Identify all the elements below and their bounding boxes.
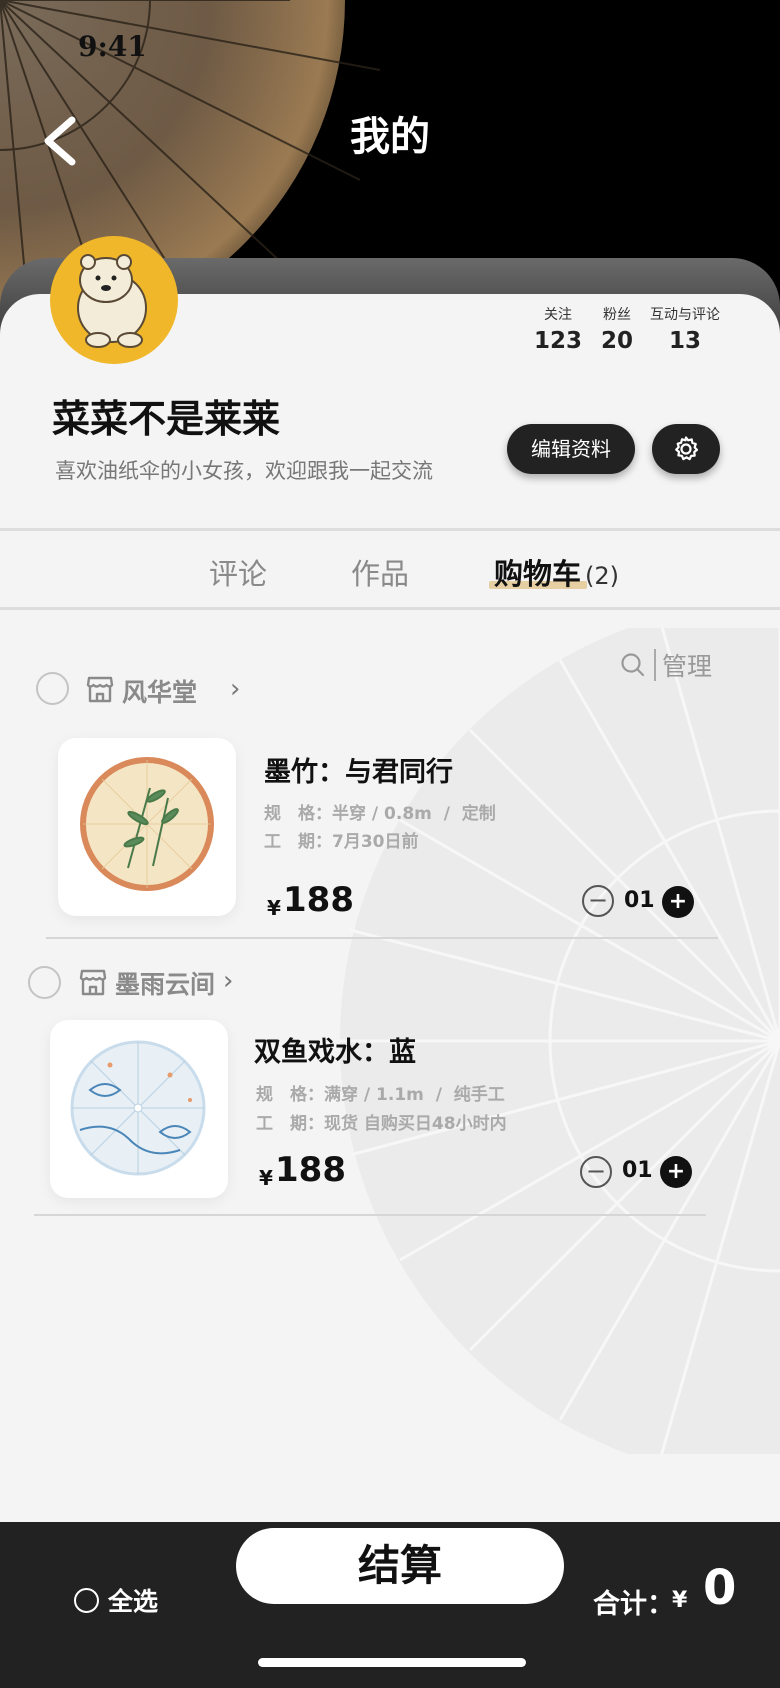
select-all-label[interactable]: 全选 [108, 1582, 158, 1618]
tab-bar: 评论 作品 购物车 (2) [0, 528, 780, 610]
decrease-quantity-button[interactable]: − [582, 885, 614, 917]
currency-symbol: ¥ [267, 896, 281, 920]
status-time: 9:41 [78, 30, 147, 63]
product-period: 工 期：7月30日前 [264, 832, 419, 852]
product-spec: 规 格：满穿 / 1.1m / 纯手工 [256, 1085, 505, 1105]
product-title[interactable]: 墨竹：与君同行 [264, 750, 453, 789]
tab-cart[interactable]: 购物车 (2) [494, 551, 619, 593]
home-indicator[interactable] [258, 1658, 526, 1667]
checkout-bar: 全选 结算 合计： ¥ 0 [0, 1522, 780, 1688]
increase-quantity-button[interactable]: + [660, 1156, 692, 1188]
settings-button[interactable] [652, 424, 720, 474]
bio: 喜欢油纸伞的小女孩，欢迎跟我一起交流 [55, 459, 433, 483]
stat-label: 互动与评论 [650, 307, 720, 323]
tab-cart-count: (2) [585, 562, 620, 590]
product-title[interactable]: 双鱼戏水：蓝 [254, 1030, 416, 1069]
quantity-value: 01 [624, 888, 655, 913]
product-price: 188 [283, 880, 354, 920]
bear-avatar-image [77, 254, 147, 348]
tab-comments[interactable]: 评论 [209, 551, 267, 593]
product-spec: 规 格：半穿 / 0.8m / 定制 [264, 804, 496, 824]
manage-button[interactable]: 管理 [662, 647, 712, 683]
bamboo-umbrella-image [80, 757, 214, 891]
checkout-button[interactable]: 结算 [236, 1528, 564, 1604]
shop-name[interactable]: 墨雨云间 [115, 965, 215, 1001]
product-period: 工 期：现货 自购买日48小时内 [256, 1114, 507, 1134]
product-thumbnail[interactable] [50, 1020, 228, 1198]
page-title: 我的 [350, 114, 430, 160]
tab-cart-label: 购物车 [494, 557, 582, 591]
stat-value: 13 [668, 328, 701, 354]
gear-icon [675, 436, 699, 461]
increase-quantity-button[interactable]: + [662, 886, 694, 918]
item-divider [46, 937, 718, 939]
product-price: 188 [275, 1150, 346, 1190]
product-thumbnail[interactable] [58, 738, 236, 916]
shop-select-radio[interactable] [28, 966, 61, 999]
total-amount: 0 [703, 1560, 737, 1616]
chevron-right-icon[interactable]: › [230, 674, 240, 704]
shop-icon [79, 969, 107, 996]
select-all-radio[interactable] [74, 1588, 99, 1613]
item-divider [34, 1214, 706, 1216]
total-label: 合计： [593, 1589, 674, 1620]
edit-profile-button[interactable]: 编辑资料 [507, 424, 635, 474]
total-currency: ¥ [672, 1588, 688, 1613]
tab-works[interactable]: 作品 [351, 551, 409, 593]
shop-select-radio[interactable] [36, 672, 69, 705]
shop-icon [86, 676, 114, 703]
cart-toolbar: 管理 [620, 647, 712, 683]
search-icon[interactable] [620, 652, 646, 678]
shop-name[interactable]: 风华堂 [122, 673, 197, 709]
decrease-quantity-button[interactable]: − [580, 1156, 612, 1188]
fish-umbrella-image [70, 1040, 206, 1176]
quantity-value: 01 [622, 1158, 653, 1183]
currency-symbol: ¥ [259, 1166, 273, 1190]
toolbar-divider [654, 649, 656, 681]
avatar[interactable] [50, 236, 178, 364]
username: 菜菜不是莱莱 [52, 397, 281, 441]
chevron-right-icon[interactable]: › [223, 966, 233, 996]
